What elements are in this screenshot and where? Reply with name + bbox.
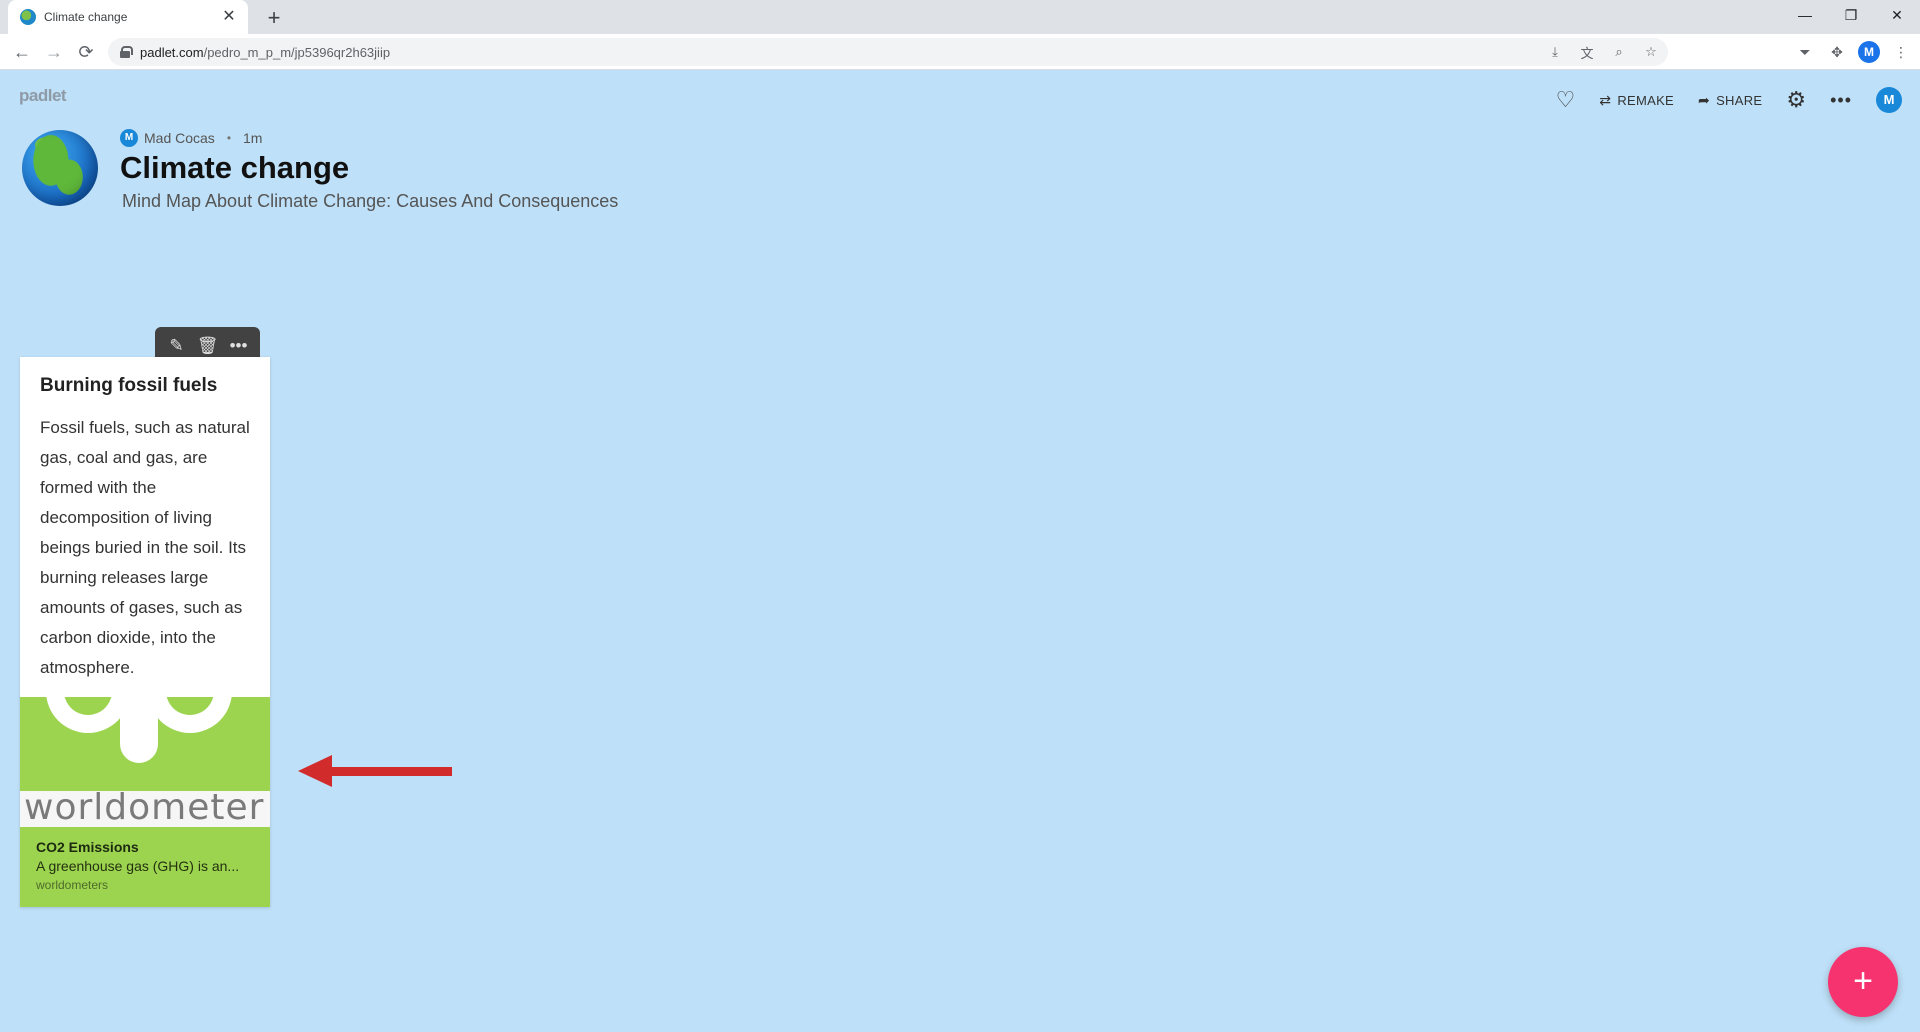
restore-button[interactable]: ❐ bbox=[1828, 0, 1874, 30]
author-name: Mad Cocas bbox=[144, 130, 215, 146]
add-post-button[interactable]: + bbox=[1828, 947, 1898, 1017]
attachment-source: worldometers bbox=[36, 878, 109, 892]
padlet-logo[interactable]: padlet bbox=[19, 86, 67, 106]
browser-profile-avatar[interactable]: M bbox=[1858, 41, 1880, 63]
post-body: Fossil fuels, such as natural gas, coal … bbox=[40, 418, 250, 677]
back-arrow-icon[interactable]: ← bbox=[8, 38, 36, 66]
post-more-icon[interactable]: ••• bbox=[227, 336, 251, 356]
browser-tab[interactable]: Climate change ✕ bbox=[8, 0, 248, 34]
annotation-arrow-icon bbox=[298, 755, 452, 787]
padlet-board: padlet ♡ ⇄ REMAKE ➦ SHARE ⚙ ••• M M Mad … bbox=[0, 70, 1920, 1032]
worldometer-logo: worldometer bbox=[24, 787, 265, 827]
author-row: M Mad Cocas • 1m bbox=[120, 129, 262, 147]
translate-icon[interactable]: 文 bbox=[1578, 43, 1596, 62]
close-window-button[interactable]: ✕ bbox=[1874, 0, 1920, 30]
gear-icon[interactable]: ⚙ bbox=[1786, 87, 1806, 113]
extension-filter-icon[interactable]: ⏷ bbox=[1794, 41, 1816, 63]
header-actions: ♡ ⇄ REMAKE ➦ SHARE ⚙ ••• M bbox=[1556, 86, 1902, 114]
delete-trash-icon[interactable]: 🗑 bbox=[196, 336, 220, 356]
time-ago: 1m bbox=[243, 130, 263, 146]
remake-button[interactable]: ⇄ REMAKE bbox=[1599, 92, 1674, 109]
browser-tab-bar: Climate change ✕ + — ❐ ✕ bbox=[0, 0, 1920, 34]
heart-icon[interactable]: ♡ bbox=[1556, 87, 1576, 113]
user-avatar[interactable]: M bbox=[1876, 87, 1902, 113]
minimize-button[interactable]: — bbox=[1782, 0, 1828, 30]
attachment-title: CO2 Emissions bbox=[36, 839, 139, 855]
author-avatar: M bbox=[120, 129, 138, 147]
remake-icon: ⇄ bbox=[1599, 91, 1612, 108]
tab-close-icon[interactable]: ✕ bbox=[220, 9, 238, 25]
post-card[interactable]: Burning fossil fuels Fossil fuels, such … bbox=[20, 357, 270, 907]
new-tab-button[interactable]: + bbox=[260, 4, 288, 32]
browser-menu-icon[interactable]: ⋮ bbox=[1890, 41, 1912, 63]
window-controls: — ❐ ✕ bbox=[1782, 0, 1920, 30]
url-path: /pedro_m_p_m/jp5396qr2h63jiip bbox=[203, 44, 391, 60]
link-attachment[interactable]: worldometer CO2 Emissions A greenhouse g… bbox=[20, 697, 270, 907]
zoom-icon[interactable]: ⌕ bbox=[1610, 44, 1628, 60]
tab-title: Climate change bbox=[44, 10, 128, 24]
browser-toolbar: ← → ⟳ padlet.com/pedro_m_p_m/jp5396qr2h6… bbox=[0, 34, 1920, 70]
globe-favicon-icon bbox=[20, 9, 36, 25]
attachment-meta: CO2 Emissions A greenhouse gas (GHG) is … bbox=[20, 827, 270, 907]
forward-arrow-icon[interactable]: → bbox=[40, 38, 68, 66]
lock-icon[interactable] bbox=[120, 46, 133, 58]
share-arrow-icon: ➦ bbox=[1698, 91, 1711, 108]
more-options-icon[interactable]: ••• bbox=[1830, 90, 1852, 111]
attachment-thumbnail: worldometer bbox=[20, 697, 270, 827]
post-title: Burning fossil fuels bbox=[40, 375, 218, 396]
edit-pencil-icon[interactable]: ✎ bbox=[165, 336, 189, 356]
page-title: Climate change bbox=[120, 150, 350, 185]
address-bar[interactable]: padlet.com/pedro_m_p_m/jp5396qr2h63jiip … bbox=[108, 38, 1668, 66]
reload-icon[interactable]: ⟳ bbox=[72, 38, 100, 66]
padlet-globe-icon bbox=[22, 130, 98, 206]
share-button[interactable]: ➦ SHARE bbox=[1698, 92, 1762, 109]
page-subtitle: Mind Map About Climate Change: Causes An… bbox=[122, 191, 619, 211]
separator-dot: • bbox=[226, 131, 232, 145]
bookmark-star-icon[interactable]: ☆ bbox=[1642, 44, 1660, 60]
url-host: padlet.com bbox=[140, 44, 204, 60]
install-app-icon[interactable]: ⤓ bbox=[1546, 44, 1564, 60]
extensions-puzzle-icon[interactable]: ✥ bbox=[1826, 41, 1848, 63]
remake-label: REMAKE bbox=[1617, 92, 1675, 108]
share-label: SHARE bbox=[1716, 92, 1763, 108]
attachment-description: A greenhouse gas (GHG) is an... bbox=[36, 858, 240, 874]
